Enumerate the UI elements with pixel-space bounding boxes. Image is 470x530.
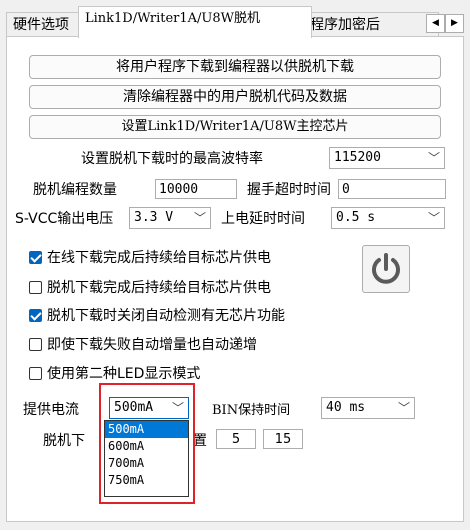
svcc-value: 3.3 V [134,210,174,225]
checkbox-label: 脱机下载时关闭自动检测有无芯片功能 [47,308,285,324]
tab-bar: 硬件选项 Link1D/Writer1A/U8W脱机 程序加密后 ◀ ▶ [6,6,464,38]
checkbox-box[interactable] [29,366,42,380]
checkbox-led-mode[interactable]: 使用第二种LED显示模式 [29,363,200,383]
clear-offline-code-button[interactable]: 清除编程器中的用户脱机代码及数据 [29,85,441,109]
offline-value-1[interactable]: 5 [216,429,256,449]
bin-select[interactable]: 40 ms ﹀ [321,397,415,419]
chevron-down-icon: ﹀ [193,211,206,225]
dropdown-option[interactable]: 700mA [105,455,188,472]
handshake-label: 握手超时时间 [247,182,331,198]
offline-setting-label-right: 置 [193,433,207,449]
tab-offline[interactable]: Link1D/Writer1A/U8W脱机 [78,6,312,38]
checkbox-box[interactable] [29,337,42,351]
tab-encryption[interactable]: 程序加密后 [303,12,439,37]
checkbox-keep-power-offline[interactable]: 脱机下载完成后持续给目标芯片供电 [29,277,271,297]
current-value: 500mA [114,400,154,415]
checkbox-label: 即使下载失败自动增量也自动递增 [47,337,257,353]
dropdown-option[interactable]: 500mA [105,421,188,438]
count-label: 脱机编程数量 [33,182,117,198]
chevron-down-icon: ﹀ [397,401,410,415]
chevron-down-icon: ﹀ [427,211,440,225]
checkbox-label: 脱机下载完成后持续给目标芯片供电 [47,280,271,296]
handshake-input[interactable]: 0 [338,179,446,199]
tab-hardware[interactable]: 硬件选项 [6,12,86,37]
checkbox-box[interactable] [29,308,42,322]
bin-label: BIN保持时间 [212,403,291,418]
dropdown-option[interactable]: 600mA [105,438,188,455]
powerup-label: 上电延时时间 [221,211,305,227]
baud-value: 115200 [334,150,381,165]
current-dropdown-list: 500mA 600mA 700mA 750mA [104,420,189,497]
chevron-down-icon: ﹀ [427,151,440,165]
svcc-label: S-VCC输出电压 [15,211,114,227]
checkbox-label: 在线下载完成后持续给目标芯片供电 [47,250,271,266]
offline-setting-label-left: 脱机下 [43,433,85,449]
checkbox-disable-chip-detect[interactable]: 脱机下载时关闭自动检测有无芯片功能 [29,305,285,325]
baud-select[interactable]: 115200 ﹀ [329,147,445,169]
set-main-chip-button[interactable]: 设置Link1D/Writer1A/U8W主控芯片 [29,115,441,139]
current-select[interactable]: 500mA ﹀ [109,397,189,419]
checkbox-box[interactable] [29,280,42,294]
baud-label: 设置脱机下载时的最高波特率 [81,151,263,167]
bin-value: 40 ms [326,400,366,415]
powerup-select[interactable]: 0.5 s ﹀ [331,207,445,229]
checkbox-keep-power-online[interactable]: 在线下载完成后持续给目标芯片供电 [29,247,271,267]
powerup-value: 0.5 s [336,210,376,225]
power-icon [372,253,400,284]
current-label: 提供电流 [23,402,79,418]
count-input[interactable]: 10000 [155,179,237,199]
checkbox-box[interactable] [29,250,42,264]
svcc-select[interactable]: 3.3 V ﹀ [129,207,211,229]
offline-value-2[interactable]: 15 [263,429,303,449]
tab-scroll-right-icon[interactable]: ▶ [445,14,464,33]
chevron-down-icon: ﹀ [171,401,184,415]
power-button[interactable] [362,245,410,293]
download-to-programmer-button[interactable]: 将用户程序下载到编程器以供脱机下载 [29,55,441,79]
checkbox-label: 使用第二种LED显示模式 [47,366,201,382]
dropdown-option[interactable]: 750mA [105,472,188,489]
tab-scroll-left-icon[interactable]: ◀ [426,14,445,33]
offline-panel: 将用户程序下载到编程器以供脱机下载 清除编程器中的用户脱机代码及数据 设置Lin… [6,36,464,522]
checkbox-auto-increment[interactable]: 即使下载失败自动增量也自动递增 [29,334,257,354]
